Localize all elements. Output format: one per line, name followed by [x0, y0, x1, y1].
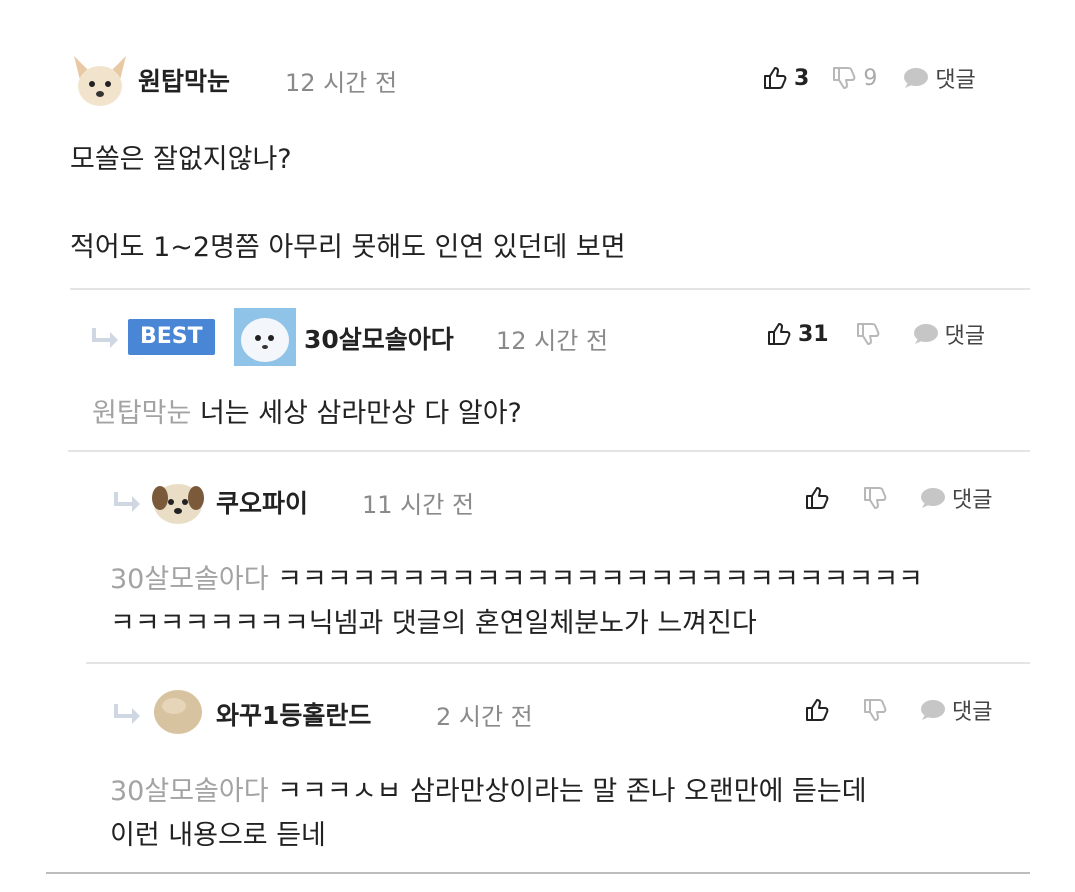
like-button[interactable]: 3 — [762, 65, 809, 91]
comment-time: 12 시간 전 — [285, 69, 398, 97]
comment-2: BEST 30살모솔아다 12 시간 전 31 댓글 원탑막눈 너는 세상 삼라… — [0, 290, 1075, 452]
thumbs-up-icon — [762, 65, 788, 91]
reply-arrow-icon — [112, 490, 142, 516]
comment-message: ㅋㅋㅋㅅㅂ 삼라만상이라는 말 존나 오랜만에 듣는데 — [277, 776, 867, 807]
like-button[interactable]: 31 — [766, 321, 829, 347]
dislike-button[interactable] — [855, 321, 881, 347]
like-button[interactable] — [804, 485, 830, 511]
reply-button[interactable]: 댓글 — [918, 482, 992, 514]
comment-actions: 31 댓글 — [766, 314, 985, 354]
comment-author[interactable]: 30살모솔아다 — [304, 320, 454, 356]
thumbs-down-icon — [862, 697, 888, 723]
comment-4: 와꾸1등홀란드 2 시간 전 댓글 30살모솔아다 ㅋㅋㅋㅅㅂ 삼라만상이라는 … — [0, 664, 1075, 874]
dislike-button[interactable] — [862, 485, 888, 511]
avatar[interactable] — [152, 688, 204, 736]
thumbs-up-icon — [766, 321, 792, 347]
like-button[interactable] — [804, 697, 830, 723]
avatar[interactable] — [70, 54, 130, 110]
comment-text-line: 모쏠은 잘없지않나? — [70, 144, 292, 175]
reply-label: 댓글 — [952, 488, 993, 513]
comment-time: 2 시간 전 — [436, 703, 533, 731]
divider — [46, 872, 1030, 874]
mention[interactable]: 30살모솔아다 — [110, 564, 269, 595]
comment-message: 너는 세상 삼라만상 다 알아? — [199, 398, 522, 429]
thumbs-down-icon — [831, 65, 857, 91]
reply-button[interactable]: 댓글 — [911, 318, 985, 350]
comment-author[interactable]: 쿠오파이 — [216, 484, 308, 520]
avatar[interactable] — [150, 478, 206, 526]
avatar[interactable] — [234, 308, 296, 366]
speech-bubble-icon — [911, 322, 939, 346]
thumbs-down-icon — [855, 321, 881, 347]
comment-message: ㅋㅋㅋㅋㅋㅋㅋㅋㅋㅋㅋㅋㅋㅋㅋㅋㅋㅋㅋㅋㅋㅋㅋㅋㅋㅋ — [277, 564, 923, 595]
comment-text-line: 30살모솔아다 ㅋㅋㅋㅋㅋㅋㅋㅋㅋㅋㅋㅋㅋㅋㅋㅋㅋㅋㅋㅋㅋㅋㅋㅋㅋㅋ — [110, 556, 923, 604]
like-count: 31 — [798, 321, 829, 347]
comment-author[interactable]: 와꾸1등홀란드 — [216, 696, 371, 732]
reply-arrow-icon — [112, 702, 142, 728]
reply-label: 댓글 — [952, 700, 993, 725]
speech-bubble-icon — [901, 66, 929, 90]
speech-bubble-icon — [918, 486, 946, 510]
reply-button[interactable]: 댓글 — [918, 694, 992, 726]
comment-actions: 댓글 — [804, 690, 992, 730]
reply-arrow-icon — [90, 326, 120, 352]
comment-text: 원탑막눈 너는 세상 삼라만상 다 알아? — [92, 390, 522, 438]
mention[interactable]: 원탑막눈 — [92, 398, 191, 429]
dislike-button[interactable] — [862, 697, 888, 723]
best-badge: BEST — [128, 319, 215, 355]
reply-label: 댓글 — [935, 68, 976, 93]
comment-author[interactable]: 원탑막눈 — [138, 62, 230, 98]
comment-3: 쿠오파이 11 시간 전 댓글 30살모솔아다 ㅋㅋㅋㅋㅋㅋㅋㅋㅋㅋㅋㅋㅋㅋㅋㅋ… — [0, 452, 1075, 662]
dislike-count: 9 — [863, 65, 878, 91]
thumbs-up-icon — [804, 697, 830, 723]
comment-actions: 3 9 댓글 — [762, 58, 976, 98]
thumbs-down-icon — [862, 485, 888, 511]
speech-bubble-icon — [918, 698, 946, 722]
comment-text-line: 이런 내용으로 듣네 — [110, 820, 326, 851]
like-count: 3 — [794, 65, 810, 91]
comment-time: 12 시간 전 — [496, 327, 609, 355]
reply-label: 댓글 — [944, 324, 986, 349]
comment-text-line: 30살모솔아다 ㅋㅋㅋㅅㅂ 삼라만상이라는 말 존나 오랜만에 듣는데 — [110, 768, 867, 816]
comment-1: 원탑막눈 12 시간 전 3 9 댓글 모쏠은 잘없지않나? 적어도 1~2명쯤… — [0, 0, 1075, 290]
comment-time: 11 시간 전 — [362, 491, 475, 519]
reply-button[interactable]: 댓글 — [901, 62, 976, 94]
comment-actions: 댓글 — [804, 478, 992, 518]
mention[interactable]: 30살모솔아다 — [110, 776, 269, 807]
thumbs-up-icon — [804, 485, 830, 511]
dislike-button[interactable]: 9 — [831, 65, 877, 91]
comment-text-line: 적어도 1~2명쯤 아무리 못해도 인연 있던데 보면 — [70, 232, 626, 263]
comment-text-line: ㅋㅋㅋㅋㅋㅋㅋㅋ닉넴과 댓글의 혼연일체분노가 느껴진다 — [110, 608, 757, 639]
